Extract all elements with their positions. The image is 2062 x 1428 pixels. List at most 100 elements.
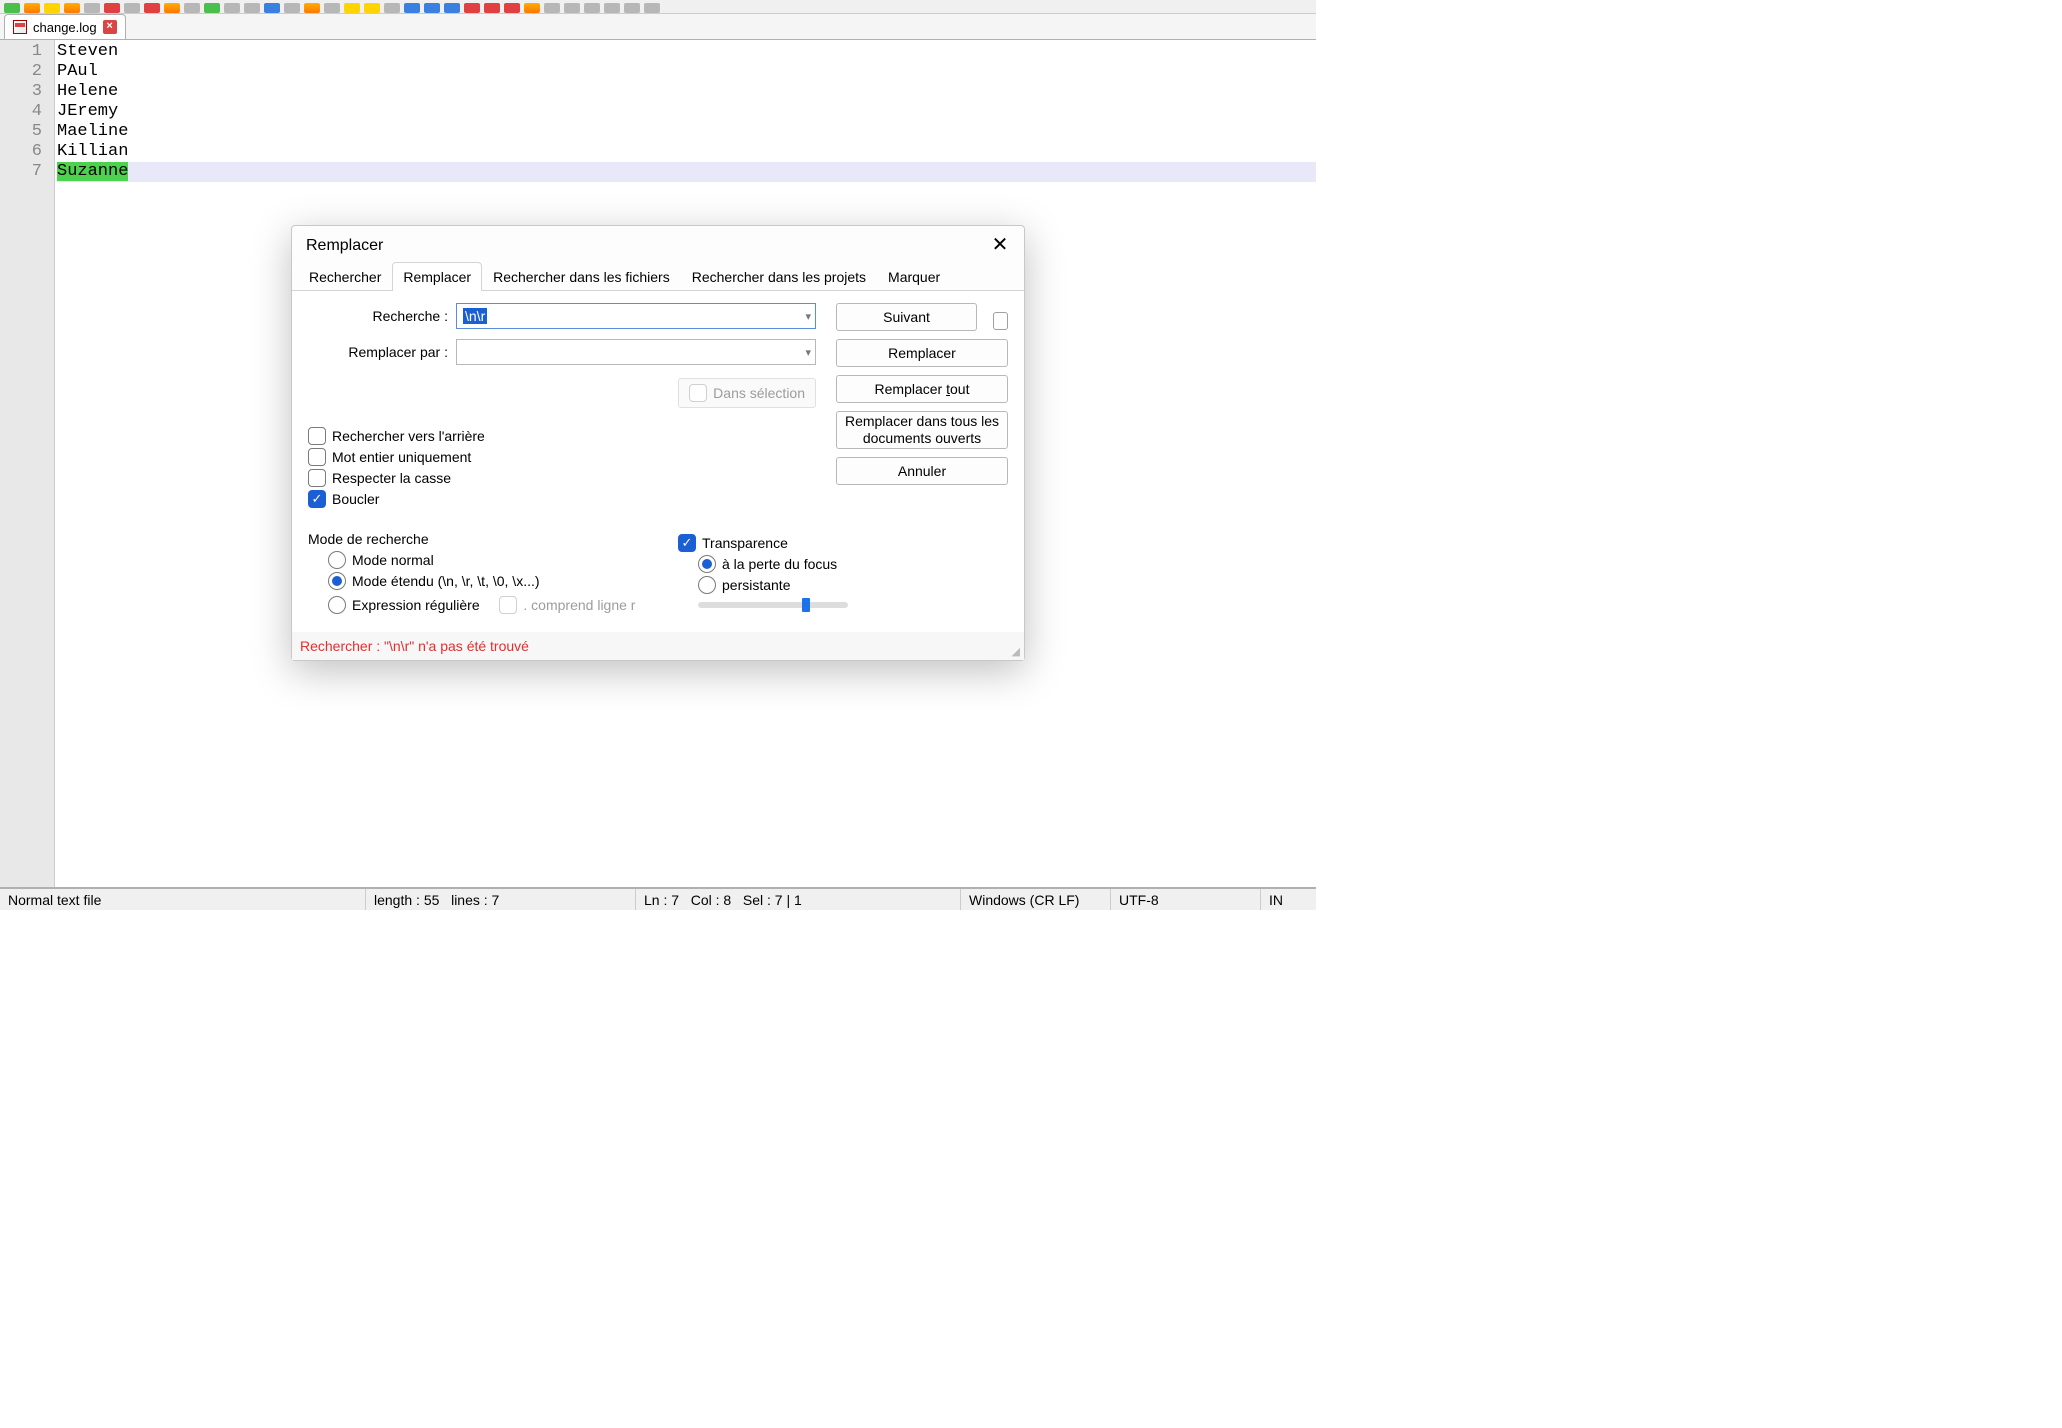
dialog-tab-rechercher-dans-les-projets[interactable]: Rechercher dans les projets	[681, 262, 877, 291]
toolbar-icon[interactable]	[604, 3, 620, 13]
close-icon[interactable]: ×	[103, 20, 117, 34]
mode-regex-radio[interactable]: Expression régulière . comprend ligne r	[328, 593, 638, 617]
dialog-tab-rechercher-dans-les-fichiers[interactable]: Rechercher dans les fichiers	[482, 262, 681, 291]
mode-extended-radio[interactable]: Mode étendu (\n, \r, \t, \0, \x...)	[328, 572, 638, 590]
replace-input[interactable]: ▾	[456, 339, 816, 365]
match-case-checkbox[interactable]: Respecter la casse	[308, 469, 816, 487]
toolbar-icon[interactable]	[264, 3, 280, 13]
toolbar-icon[interactable]	[484, 3, 500, 13]
slider-thumb-icon[interactable]	[802, 598, 810, 612]
editor-line[interactable]: Maeline	[57, 122, 1316, 142]
transparency-slider[interactable]	[698, 602, 848, 608]
checkbox-icon	[308, 490, 326, 508]
mode-normal-radio[interactable]: Mode normal	[328, 551, 638, 569]
replace-all-button[interactable]: Remplacer tout	[836, 375, 1008, 403]
editor-line[interactable]: Helene	[57, 82, 1316, 102]
toolbar-icon[interactable]	[524, 3, 540, 13]
dialog-tab-remplacer[interactable]: Remplacer	[392, 262, 482, 291]
search-mode-label: Mode de recherche	[308, 531, 638, 547]
checkbox-icon	[308, 427, 326, 445]
toolbar-icon[interactable]	[124, 3, 140, 13]
toolbar-icon[interactable]	[104, 3, 120, 13]
close-icon[interactable]: ✕	[990, 236, 1010, 256]
transparency-focus-radio[interactable]: à la perte du focus	[698, 555, 1008, 573]
transparency-checkbox[interactable]: Transparence	[678, 534, 1008, 552]
toolbar-icon[interactable]	[324, 3, 340, 13]
dialog-tabs: RechercherRemplacerRechercher dans les f…	[292, 262, 1024, 291]
whole-word-checkbox[interactable]: Mot entier uniquement	[308, 448, 816, 466]
status-length: length : 55 lines : 7	[365, 889, 635, 910]
toolbar-icon[interactable]	[584, 3, 600, 13]
toolbar-icon[interactable]	[344, 3, 360, 13]
checkbox-icon	[678, 534, 696, 552]
checkbox-icon	[308, 469, 326, 487]
replace-dialog: Remplacer ✕ RechercherRemplacerRecherche…	[291, 225, 1025, 661]
main-toolbar	[0, 0, 1316, 14]
replace-all-docs-button[interactable]: Remplacer dans tous les documents ouvert…	[836, 411, 1008, 449]
toolbar-icon[interactable]	[384, 3, 400, 13]
toolbar-icon[interactable]	[444, 3, 460, 13]
editor-line[interactable]: PAul	[57, 62, 1316, 82]
toolbar-icon[interactable]	[304, 3, 320, 13]
checkbox-icon	[499, 596, 517, 614]
search-mode-group: Mode de recherche Mode normal Mode étend…	[308, 531, 638, 620]
file-tab[interactable]: change.log ×	[4, 14, 126, 39]
toolbar-icon[interactable]	[424, 3, 440, 13]
wrap-checkbox[interactable]: Boucler	[308, 490, 816, 508]
toolbar-icon[interactable]	[204, 3, 220, 13]
toolbar-icon[interactable]	[224, 3, 240, 13]
toolbar-icon[interactable]	[24, 3, 40, 13]
checkbox-icon	[308, 448, 326, 466]
search-input[interactable]: \n\r ▾	[456, 303, 816, 329]
toolbar-icon[interactable]	[624, 3, 640, 13]
toolbar-icon[interactable]	[284, 3, 300, 13]
toolbar-icon[interactable]	[44, 3, 60, 13]
status-encoding[interactable]: UTF-8	[1110, 889, 1260, 910]
radio-icon	[698, 555, 716, 573]
dialog-tab-rechercher[interactable]: Rechercher	[298, 262, 392, 291]
status-eol[interactable]: Windows (CR LF)	[960, 889, 1110, 910]
editor-line[interactable]: Steven	[57, 42, 1316, 62]
file-icon	[13, 20, 27, 34]
replace-button[interactable]: Remplacer	[836, 339, 1008, 367]
search-value: \n\r	[463, 308, 487, 324]
radio-icon	[328, 596, 346, 614]
toolbar-icon[interactable]	[364, 3, 380, 13]
status-bar: Normal text file length : 55 lines : 7 L…	[0, 888, 1316, 910]
dialog-title: Remplacer	[306, 237, 383, 255]
toolbar-icon[interactable]	[644, 3, 660, 13]
toolbar-icon[interactable]	[504, 3, 520, 13]
toolbar-icon[interactable]	[464, 3, 480, 13]
toolbar-icon[interactable]	[404, 3, 420, 13]
chevron-down-icon[interactable]: ▾	[805, 346, 811, 359]
search-label: Recherche :	[308, 308, 448, 324]
replace-label: Remplacer par :	[308, 344, 448, 360]
resize-grip-icon[interactable]: ◢	[1012, 645, 1020, 658]
dialog-tab-marquer[interactable]: Marquer	[877, 262, 951, 291]
tab-filename: change.log	[33, 20, 97, 35]
tab-bar: change.log ×	[0, 14, 1316, 40]
toolbar-icon[interactable]	[144, 3, 160, 13]
toolbar-icon[interactable]	[184, 3, 200, 13]
toolbar-icon[interactable]	[64, 3, 80, 13]
toolbar-icon[interactable]	[84, 3, 100, 13]
cancel-button[interactable]: Annuler	[836, 457, 1008, 485]
transparency-persistent-radio[interactable]: persistante	[698, 576, 1008, 594]
toolbar-icon[interactable]	[244, 3, 260, 13]
find-next-button[interactable]: Suivant	[836, 303, 977, 331]
find-next-option-checkbox[interactable]	[993, 312, 1008, 330]
editor-line[interactable]: JEremy	[57, 102, 1316, 122]
toolbar-icon[interactable]	[4, 3, 20, 13]
editor-line[interactable]: Suzanne	[57, 162, 1316, 182]
toolbar-icon[interactable]	[164, 3, 180, 13]
toolbar-icon[interactable]	[564, 3, 580, 13]
toolbar-icon[interactable]	[544, 3, 560, 13]
status-filetype: Normal text file	[0, 889, 365, 910]
status-insert-mode[interactable]: IN	[1260, 889, 1316, 910]
backward-checkbox[interactable]: Rechercher vers l'arrière	[308, 427, 816, 445]
dialog-status: Rechercher : "\n\r" n'a pas été trouvé ◢	[292, 632, 1024, 660]
chevron-down-icon[interactable]: ▾	[805, 310, 811, 323]
dialog-body: Recherche : \n\r ▾ Remplacer par : ▾	[292, 291, 1024, 632]
editor-line[interactable]: Killian	[57, 142, 1316, 162]
line-number-gutter: 1234567	[0, 40, 55, 887]
